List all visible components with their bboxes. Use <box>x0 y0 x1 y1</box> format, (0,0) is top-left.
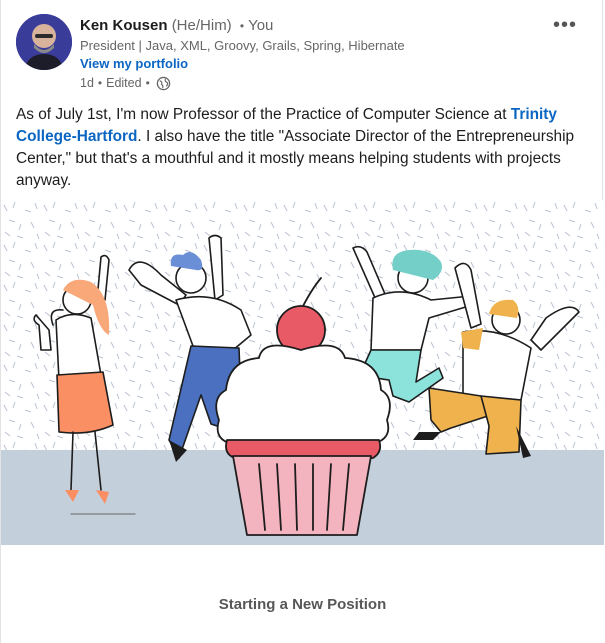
separator-dot: • <box>145 76 150 90</box>
portfolio-link[interactable]: View my portfolio <box>80 55 405 73</box>
avatar[interactable] <box>16 14 72 70</box>
globe-icon <box>156 76 171 90</box>
author-headline: President | Java, XML, Groovy, Grails, S… <box>80 38 405 53</box>
author-name-row: Ken Kousen (He/Him) • You <box>80 16 405 36</box>
post-text-before: As of July 1st, I'm now Professor of the… <box>16 106 511 123</box>
media-caption: Starting a New Position <box>218 596 387 613</box>
post-age: 1d <box>80 76 94 90</box>
more-options-icon[interactable]: ••• <box>553 14 577 37</box>
separator-dot: • <box>239 19 245 33</box>
post-edited: Edited <box>106 76 142 90</box>
author-name[interactable]: Ken Kousen <box>80 17 168 34</box>
media-caption-area[interactable]: Starting a New Position <box>1 565 604 643</box>
separator-dot: • <box>97 76 103 90</box>
celebration-illustration <box>1 200 604 568</box>
post-card: Ken Kousen (He/Him) • You President | Jav… <box>0 0 604 643</box>
author-relation: You <box>248 17 274 34</box>
post-header: Ken Kousen (He/Him) • You President | Jav… <box>16 14 587 94</box>
profile-photo <box>16 14 72 70</box>
author-meta: Ken Kousen (He/Him) • You President | Jav… <box>80 16 405 92</box>
post-image[interactable] <box>1 200 604 568</box>
post-time-row: 1d • Edited • <box>80 74 405 92</box>
author-pronouns: (He/Him) <box>171 17 232 34</box>
post-text: As of July 1st, I'm now Professor of the… <box>16 104 586 192</box>
